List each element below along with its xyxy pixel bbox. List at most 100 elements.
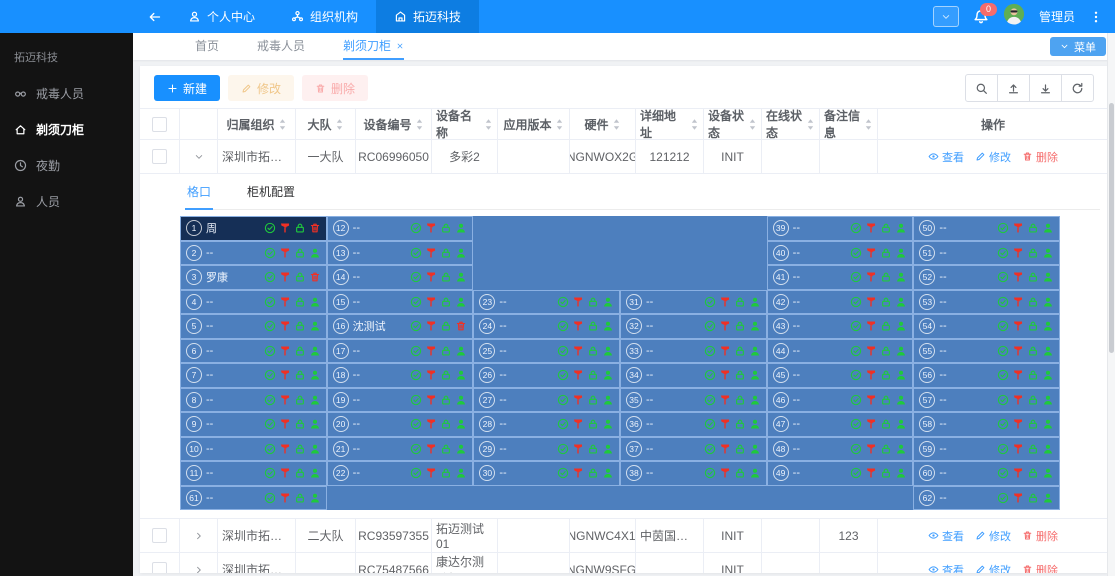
- grid-cell-42[interactable]: 42 --: [767, 290, 914, 315]
- column-header-4[interactable]: 应用版本: [498, 108, 570, 140]
- grid-cell-29[interactable]: 29 --: [473, 437, 620, 462]
- grid-cell-32[interactable]: 32 --: [620, 314, 767, 339]
- op-delete[interactable]: 删除: [1022, 149, 1058, 165]
- notifications-button[interactable]: 0: [973, 9, 989, 25]
- op-delete[interactable]: 删除: [1022, 528, 1058, 544]
- expand-toggle[interactable]: [194, 531, 204, 541]
- sort-icon[interactable]: [806, 118, 815, 131]
- grid-cell-53[interactable]: 53 --: [913, 290, 1060, 315]
- grid-cell-34[interactable]: 34 --: [620, 363, 767, 388]
- grid-cell-59[interactable]: 59 --: [913, 437, 1060, 462]
- sidebar-item-3[interactable]: 人员: [0, 183, 133, 219]
- tab-0[interactable]: 首页: [195, 33, 219, 60]
- grid-cell-37[interactable]: 37 --: [620, 437, 767, 462]
- op-view[interactable]: 查看: [928, 149, 964, 165]
- row-checkbox[interactable]: [152, 149, 167, 164]
- delete-button[interactable]: 删除: [302, 75, 368, 101]
- tab-1[interactable]: 戒毒人员: [257, 33, 305, 60]
- grid-cell-14[interactable]: 14 --: [327, 265, 474, 290]
- op-view[interactable]: 查看: [928, 528, 964, 544]
- column-header-3[interactable]: 设备名称: [432, 108, 498, 140]
- grid-cell-4[interactable]: 4 --: [180, 290, 327, 315]
- grid-cell-16[interactable]: 16 沈测试: [327, 314, 474, 339]
- scrollbar[interactable]: [1107, 33, 1115, 576]
- table-row[interactable]: 深圳市拓迈… 一大队 RC06996050 多彩2 LNGNWOX2G3 121…: [140, 140, 1108, 174]
- column-header-0[interactable]: 归属组织: [218, 108, 296, 140]
- sort-icon[interactable]: [748, 118, 757, 131]
- grid-cell-30[interactable]: 30 --: [473, 461, 620, 486]
- grid-cell-49[interactable]: 49 --: [767, 461, 914, 486]
- select-all-checkbox[interactable]: [152, 117, 167, 132]
- grid-cell-61[interactable]: 61 --: [180, 486, 327, 511]
- op-delete[interactable]: 删除: [1022, 562, 1058, 574]
- grid-cell-7[interactable]: 7 --: [180, 363, 327, 388]
- grid-cell-39[interactable]: 39 --: [767, 216, 914, 241]
- grid-cell-41[interactable]: 41 --: [767, 265, 914, 290]
- grid-cell-40[interactable]: 40 --: [767, 241, 914, 266]
- grid-cell-12[interactable]: 12 --: [327, 216, 474, 241]
- column-header-5[interactable]: 硬件: [570, 108, 636, 140]
- column-header-9[interactable]: 备注信息: [820, 108, 878, 140]
- refresh-button[interactable]: [1061, 74, 1094, 102]
- grid-cell-27[interactable]: 27 --: [473, 388, 620, 413]
- sort-icon[interactable]: [335, 118, 344, 131]
- grid-cell-55[interactable]: 55 --: [913, 339, 1060, 364]
- nav-item-0[interactable]: 个人中心: [170, 0, 273, 33]
- table-row[interactable]: 深圳市拓迈… 二大队 RC93597355 拓迈测试01 LNGNWC4X1N …: [140, 519, 1108, 553]
- close-icon[interactable]: [396, 42, 404, 50]
- grid-cell-51[interactable]: 51 --: [913, 241, 1060, 266]
- grid-cell-18[interactable]: 18 --: [327, 363, 474, 388]
- avatar[interactable]: [1003, 3, 1025, 30]
- grid-cell-19[interactable]: 19 --: [327, 388, 474, 413]
- grid-cell-9[interactable]: 9 --: [180, 412, 327, 437]
- grid-cell-28[interactable]: 28 --: [473, 412, 620, 437]
- grid-cell-57[interactable]: 57 --: [913, 388, 1060, 413]
- nav-item-2[interactable]: 拓迈科技: [376, 0, 479, 33]
- download-button[interactable]: [1029, 74, 1062, 102]
- grid-cell-17[interactable]: 17 --: [327, 339, 474, 364]
- column-header-7[interactable]: 设备状态: [704, 108, 762, 140]
- grid-cell-52[interactable]: 52 --: [913, 265, 1060, 290]
- op-view[interactable]: 查看: [928, 562, 964, 574]
- grid-cell-38[interactable]: 38 --: [620, 461, 767, 486]
- panel-tab-0[interactable]: 格口: [185, 183, 213, 210]
- grid-cell-13[interactable]: 13 --: [327, 241, 474, 266]
- grid-cell-3[interactable]: 3 罗康: [180, 265, 327, 290]
- op-edit[interactable]: 修改: [975, 528, 1011, 544]
- sort-icon[interactable]: [415, 118, 424, 131]
- grid-cell-2[interactable]: 2 --: [180, 241, 327, 266]
- back-button[interactable]: [140, 10, 170, 24]
- sort-icon[interactable]: [612, 118, 621, 131]
- grid-cell-56[interactable]: 56 --: [913, 363, 1060, 388]
- menu-button[interactable]: 菜单: [1050, 37, 1106, 56]
- grid-cell-26[interactable]: 26 --: [473, 363, 620, 388]
- expand-toggle[interactable]: [194, 565, 204, 574]
- grid-cell-62[interactable]: 62 --: [913, 486, 1060, 511]
- sidebar-item-2[interactable]: 夜勤: [0, 147, 133, 183]
- grid-cell-36[interactable]: 36 --: [620, 412, 767, 437]
- scrollbar-thumb[interactable]: [1109, 103, 1114, 353]
- grid-cell-45[interactable]: 45 --: [767, 363, 914, 388]
- grid-cell-6[interactable]: 6 --: [180, 339, 327, 364]
- grid-cell-47[interactable]: 47 --: [767, 412, 914, 437]
- grid-cell-31[interactable]: 31 --: [620, 290, 767, 315]
- grid-cell-50[interactable]: 50 --: [913, 216, 1060, 241]
- collapse-button[interactable]: [933, 6, 959, 27]
- column-header-8[interactable]: 在线状态: [762, 108, 820, 140]
- op-edit[interactable]: 修改: [975, 149, 1011, 165]
- sort-icon[interactable]: [278, 118, 287, 131]
- grid-cell-15[interactable]: 15 --: [327, 290, 474, 315]
- grid-cell-33[interactable]: 33 --: [620, 339, 767, 364]
- column-header-1[interactable]: 大队: [296, 108, 356, 140]
- grid-cell-35[interactable]: 35 --: [620, 388, 767, 413]
- sidebar-item-1[interactable]: 剃须刀柜: [0, 111, 133, 147]
- sort-icon[interactable]: [484, 118, 493, 131]
- op-edit[interactable]: 修改: [975, 562, 1011, 574]
- grid-cell-44[interactable]: 44 --: [767, 339, 914, 364]
- grid-cell-5[interactable]: 5 --: [180, 314, 327, 339]
- sort-icon[interactable]: [555, 118, 564, 131]
- grid-cell-11[interactable]: 11 --: [180, 461, 327, 486]
- grid-cell-60[interactable]: 60 --: [913, 461, 1060, 486]
- grid-cell-46[interactable]: 46 --: [767, 388, 914, 413]
- new-button[interactable]: 新建: [154, 75, 220, 101]
